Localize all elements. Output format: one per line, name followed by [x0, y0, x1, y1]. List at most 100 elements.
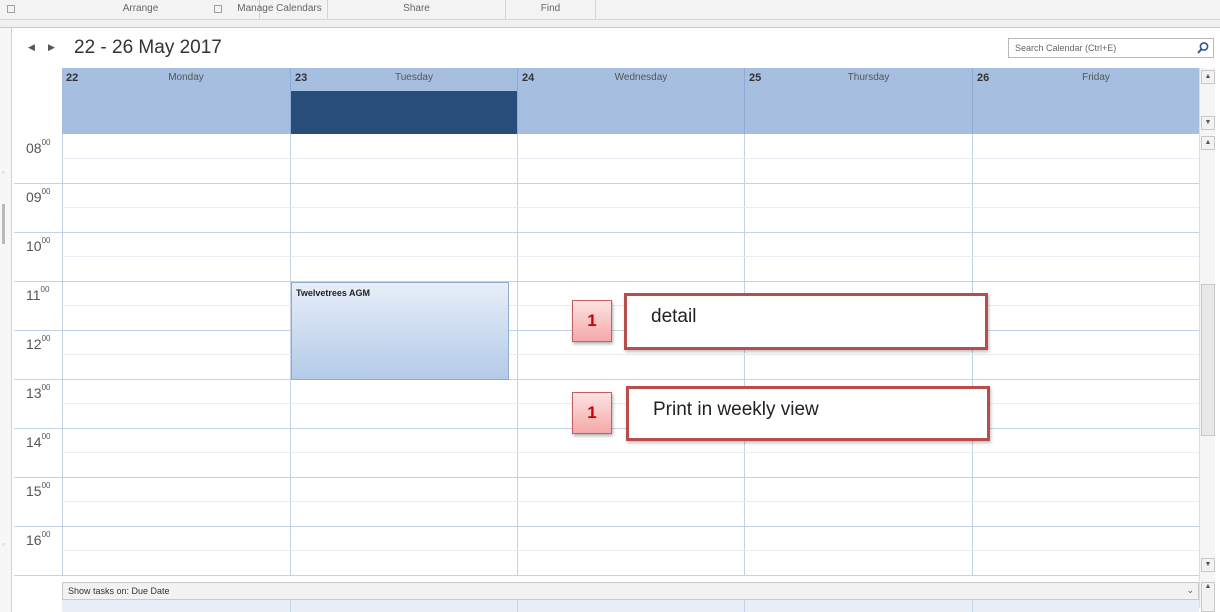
- day-header-thursday[interactable]: 25 Thursday: [744, 68, 972, 134]
- badge-number: 1: [587, 311, 597, 330]
- day-name: Wednesday: [614, 72, 668, 83]
- appointment-title: Twelvetrees AGM: [296, 288, 371, 298]
- splitter-handle-icon[interactable]: [2, 204, 6, 244]
- prev-arrow-icon[interactable]: ◀: [28, 42, 35, 53]
- day-name: Tuesday: [395, 72, 433, 83]
- day-header-monday[interactable]: 22 Monday: [62, 68, 290, 134]
- hour-value: 15: [26, 483, 42, 499]
- search-icon[interactable]: [1195, 41, 1211, 55]
- ribbon-group-arrange: Arrange: [22, 0, 260, 20]
- callout-number-badge: 1: [572, 392, 612, 434]
- badge-number: 1: [587, 403, 597, 422]
- day-name: Thursday: [847, 72, 890, 83]
- column-divider: [744, 600, 745, 612]
- hour-line: [62, 232, 1199, 233]
- navigation-pane-edge[interactable]: ▫ ▫: [0, 28, 12, 612]
- tasks-label: Show tasks on: Due Date: [68, 586, 170, 596]
- collapse-marker-icon: ▫: [2, 540, 5, 549]
- half-hour-line: [62, 550, 1199, 551]
- scroll-down-icon[interactable]: ▼: [1201, 116, 1215, 130]
- ribbon-group-find: Find: [506, 0, 596, 20]
- day-name: Monday: [168, 72, 204, 83]
- callout-print-weekly-box: Print in weekly view: [626, 386, 990, 441]
- scroll-up-icon[interactable]: ▲: [1201, 582, 1215, 612]
- time-column-line: [14, 281, 62, 282]
- search-input[interactable]: [1009, 39, 1191, 57]
- hour-label-15: 1500: [26, 481, 62, 499]
- minute-value: 00: [41, 481, 51, 491]
- column-divider: [972, 134, 973, 576]
- hour-line: [62, 379, 1199, 380]
- half-hour-line: [62, 452, 1199, 453]
- half-hour-line: [62, 256, 1199, 257]
- callout-text: detail: [651, 306, 697, 327]
- hour-value: 10: [26, 238, 42, 254]
- hour-label-16: 1600: [26, 530, 62, 548]
- time-column-line: [14, 232, 62, 233]
- ribbon-group-label: Manage Calendars: [237, 3, 322, 14]
- half-hour-line: [62, 207, 1199, 208]
- next-arrow-icon[interactable]: ▶: [48, 42, 55, 53]
- vertical-scrollbar[interactable]: ▲ ▼ ▲ ▼: [1199, 68, 1215, 608]
- ribbon-separator: [0, 20, 1220, 28]
- scroll-down-icon[interactable]: ▼: [1201, 558, 1215, 572]
- time-column-line: [14, 379, 62, 380]
- hour-line: [62, 575, 1199, 576]
- hour-value: 11: [26, 287, 41, 303]
- ribbon-group-labels: Arrange Manage Calendars Share Find: [0, 0, 1220, 20]
- day-header-wednesday[interactable]: 24 Wednesday: [517, 68, 744, 134]
- arrange-launcher-icon[interactable]: [214, 5, 222, 13]
- half-hour-line: [62, 501, 1199, 502]
- column-divider: [744, 134, 745, 576]
- time-column-line: [14, 477, 62, 478]
- column-divider: [517, 600, 518, 612]
- callout-text: Print in weekly view: [653, 399, 819, 420]
- scroll-up-icon[interactable]: ▲: [1201, 70, 1215, 84]
- collapse-marker-icon: ▫: [2, 168, 5, 177]
- date-range-title: 22 - 26 May 2017: [74, 37, 222, 58]
- time-column-line: [14, 183, 62, 184]
- appointment-block[interactable]: Twelvetrees AGM: [291, 282, 509, 380]
- tasks-row[interactable]: [62, 600, 1199, 612]
- hour-line: [62, 281, 1199, 282]
- hour-value: 09: [26, 189, 42, 205]
- dialog-launcher-icon[interactable]: [7, 5, 15, 13]
- minute-value: 00: [40, 285, 50, 295]
- ribbon-group-label: Arrange: [122, 3, 159, 14]
- hour-label-13: 1300: [26, 383, 62, 401]
- time-column-line: [14, 330, 62, 331]
- hour-value: 16: [26, 532, 42, 548]
- tasks-bar[interactable]: Show tasks on: Due Date ⌄: [62, 582, 1199, 600]
- hour-label-12: 1200: [26, 334, 62, 352]
- minute-value: 00: [41, 187, 51, 197]
- minute-value: 00: [41, 236, 51, 246]
- hour-label-11: 1100: [26, 285, 62, 303]
- hour-line: [62, 183, 1199, 184]
- hour-value: 08: [26, 140, 42, 156]
- ribbon-group-label: Share: [403, 3, 430, 14]
- hour-value: 14: [26, 434, 42, 450]
- ribbon-group-share: Share: [328, 0, 506, 20]
- day-header-friday[interactable]: 26 Friday: [972, 68, 1199, 134]
- hour-value: 13: [26, 385, 42, 401]
- hour-label-08: 0800: [26, 138, 62, 156]
- minute-value: 00: [41, 383, 51, 393]
- minute-value: 00: [41, 138, 51, 148]
- time-column-line: [14, 526, 62, 527]
- minute-value: 00: [41, 530, 51, 540]
- time-grid[interactable]: [62, 134, 1199, 576]
- ribbon-group-label: Find: [540, 3, 561, 14]
- time-column-line: [14, 428, 62, 429]
- chevron-down-icon[interactable]: ⌄: [1186, 585, 1194, 596]
- hour-value: 12: [26, 336, 42, 352]
- callout-detail-box: detail: [624, 293, 988, 350]
- search-calendar-box[interactable]: [1008, 38, 1214, 58]
- scrollbar-thumb[interactable]: [1201, 284, 1215, 436]
- day-header-row: 22 Monday 23 Tuesday 24 Wednesday 25 Thu…: [62, 68, 1199, 134]
- scroll-up-icon[interactable]: ▲: [1201, 136, 1215, 150]
- selected-all-day-cell[interactable]: [291, 91, 517, 134]
- column-divider: [972, 600, 973, 612]
- half-hour-line: [62, 158, 1199, 159]
- minute-value: 00: [41, 334, 51, 344]
- day-name: Friday: [1082, 72, 1110, 83]
